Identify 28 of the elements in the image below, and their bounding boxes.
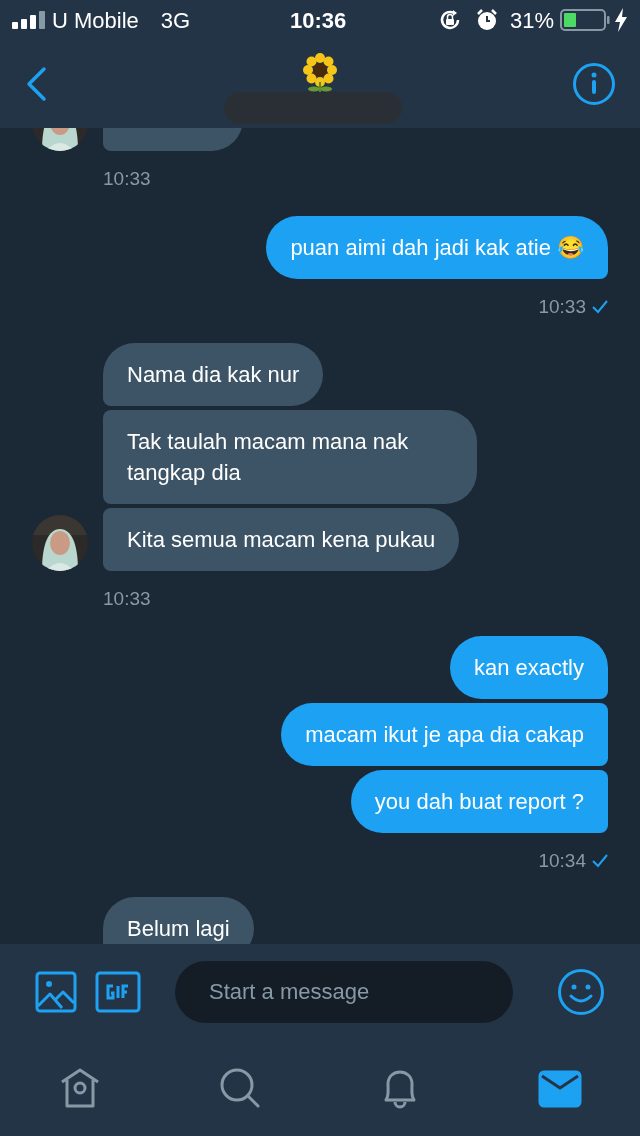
message-bubble: Belum lagi: [103, 897, 254, 944]
message-bubble: kan exactly: [449, 635, 608, 699]
message-bubble: macam ikut je apa dia cakap: [281, 702, 608, 766]
back-icon[interactable]: [24, 66, 48, 102]
charging-icon: [614, 8, 628, 32]
message-bubble: Kita semua macam kena pukau: [103, 508, 460, 571]
timestamp: 10:33: [538, 294, 586, 319]
emoji-icon[interactable]: [557, 968, 605, 1016]
image-icon[interactable]: [35, 971, 77, 1013]
battery-percent: 31%: [509, 6, 554, 35]
alarm-icon: [475, 9, 498, 31]
message-bubble: you dah buat report ?: [350, 769, 608, 833]
timestamp: 10:33: [103, 587, 151, 611]
message-bubble: puan aimi dah jadi kak atie 😂: [266, 215, 608, 279]
clock: 10:36: [290, 6, 347, 35]
message-bubble: Tak taulah macam mana nak tangkap dia: [103, 410, 477, 504]
network-type: 3G: [160, 6, 191, 35]
sunflower-icon: [302, 52, 338, 92]
signal-icon: [12, 11, 46, 29]
battery-icon: [560, 8, 610, 32]
timestamp: 10:34: [538, 848, 586, 873]
carrier-name: U Mobile: [52, 6, 139, 35]
gif-icon[interactable]: [95, 971, 141, 1013]
message-field[interactable]: Start a message: [175, 961, 513, 1023]
message-bubble: Nama dia kak nur: [103, 343, 324, 406]
timestamp: 10:33: [103, 167, 151, 191]
info-icon[interactable]: [572, 62, 616, 106]
search-icon[interactable]: [218, 1066, 262, 1110]
